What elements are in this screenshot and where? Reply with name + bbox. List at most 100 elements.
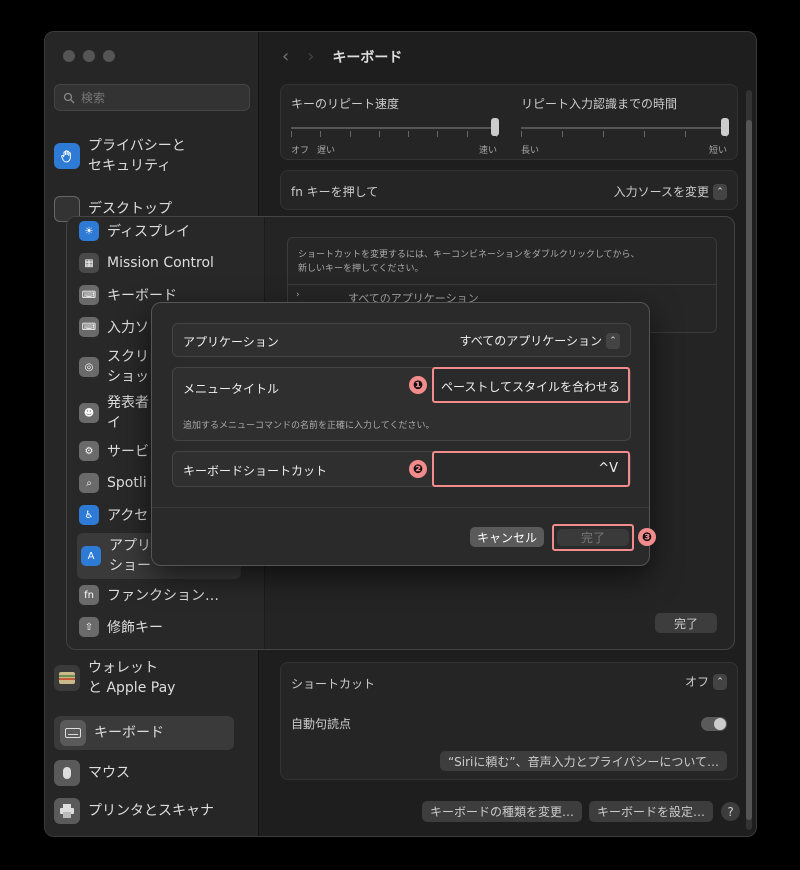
shortcut-category-input-sources[interactable]: ⌨ 入力ソ [79,317,149,337]
close-button[interactable] [63,50,75,62]
sidebar-item-printers[interactable]: プリンタとスキャナ [54,798,234,824]
category-label: 修飾キー [107,620,163,636]
accessibility-icon: ♿ [79,505,99,525]
shortcut-category-mission-control[interactable]: ▦ Mission Control [79,253,214,273]
repeat-speed-slider[interactable] [291,127,497,129]
screenshot-icon: ◎ [79,357,99,377]
cancel-button[interactable]: キャンセル [470,527,544,547]
category-label: ファンクション… [107,588,219,604]
app-store-icon: A [81,546,101,566]
spotlight-icon: ⌕ [79,473,99,493]
repeat-delay-slider[interactable] [521,127,727,129]
repeat-delay-knob[interactable] [721,118,729,136]
search-icon [63,92,75,103]
disclosure-chevron-icon[interactable]: › [296,290,300,300]
auto-punct-label: 自動句読点 [291,717,352,731]
callout-3: ❸ [638,528,656,546]
speed-fast-label: 速い [479,146,498,156]
hand-icon [54,143,80,169]
keyboard-icon: ⌨ [79,285,99,305]
forward-chevron-icon[interactable]: › [307,46,314,67]
change-keyboard-type-button[interactable]: キーボードの種類を変更… [422,801,583,822]
mouse-icon [54,760,80,786]
setup-keyboard-button[interactable]: キーボードを設定… [589,801,714,822]
application-row: アプリケーション すべてのアプリケーション ⌃ [172,323,631,357]
shortcut-category-accessibility[interactable]: ♿ アクセ [79,505,148,525]
category-label: アクセ [107,508,149,524]
callout-1: ❶ [409,376,427,394]
sidebar-item-label: マウス [88,765,130,781]
display-icon: ☀ [79,221,99,241]
siri-privacy-button[interactable]: “Siriに頼む”、音声入力とプライバシーについて… [439,751,727,771]
shortcut-category-spotlight[interactable]: ⌕ Spotli [79,473,147,493]
repeat-card: キーのリピート速度 リピート入力認識までの時間 オフ 遅い 速い 長い 短い [280,84,738,160]
repeat-speed-label: キーのリピート速度 [291,97,400,111]
sidebar-item-label: キーボード [94,725,164,741]
zoom-button[interactable] [103,50,115,62]
shortcut-value: ^V [598,461,618,476]
popup-chevron-icon: ⌃ [713,183,727,200]
shortcut-info-text: ショートカットを変更するには、キーコンビネーションをダブルクリックしてから、 新… [298,250,640,274]
sidebar-item-privacy[interactable]: プライバシーと セキュリティ [54,136,234,176]
category-label: 発表者 イ [107,395,149,431]
shortcut-category-display[interactable]: ☀ ディスプレイ [79,221,190,241]
shortcut-category-modifier-keys[interactable]: ⇧ 修飾キー [79,617,163,637]
sidebar-item-label: プリンタとスキャナ [88,803,214,819]
presenter-icon: ☻ [79,403,99,423]
sheet-done-button[interactable]: 完了 [655,613,717,633]
divider [288,284,716,285]
popup-chevron-icon: ⌃ [606,332,620,349]
speed-slow-label: 遅い [317,146,336,156]
done-button-highlight: 完了 [552,524,634,551]
mission-control-icon: ▦ [79,253,99,273]
delay-ticks [521,131,727,137]
sidebar-item-keyboard[interactable]: キーボード [54,716,234,750]
shortcut-category-services[interactable]: ⚙ サービ [79,441,149,461]
back-chevron-icon[interactable]: ‹ [282,46,289,67]
menu-title-value: ペーストしてスタイルを合わせる [440,380,620,394]
menu-title-field[interactable]: ペーストしてスタイルを合わせる [432,367,630,403]
category-label: 入力ソ [107,320,149,336]
window-controls [63,50,115,62]
fn-popup[interactable]: 入力ソースを変更 ⌃ [614,183,727,200]
shortcut-field[interactable]: ^V [432,451,630,487]
done-button[interactable]: 完了 [557,529,629,546]
speed-ticks [291,131,497,137]
application-label: アプリケーション [183,335,279,349]
shortcut-label: ショートカット [291,677,376,691]
popup-chevron-icon: ⌃ [713,673,727,690]
category-label: Spotli [107,475,147,491]
help-button[interactable]: ? [721,802,740,821]
wallet-icon [54,665,80,691]
callout-2: ❷ [409,460,427,478]
auto-punct-toggle[interactable] [701,717,727,731]
shortcut-popup[interactable]: オフ ⌃ [685,673,727,690]
search-field[interactable]: 検索 [54,84,250,111]
scrollbar[interactable] [746,90,752,830]
shortcut-category-screenshots[interactable]: ◎ スクリ ショッ [79,347,149,387]
sidebar-item-label: ウォレット と Apple Pay [88,660,176,696]
dictation-card: ショートカット オフ ⌃ 自動句読点 “Siriに頼む”、音声入力とプライバシーに… [280,662,738,780]
category-label: サービ [107,444,149,460]
shortcut-label: キーボードショートカット [183,464,328,478]
repeat-speed-knob[interactable] [491,118,499,136]
shortcut-category-presenter[interactable]: ☻ 発表者 イ [79,393,149,433]
category-label: ディスプレイ [107,224,191,240]
shortcut-category-function-keys[interactable]: fn ファンクション… [79,585,219,605]
category-label: Mission Control [107,255,214,271]
fn-value: 入力ソースを変更 [613,185,709,199]
modifier-icon: ⇧ [79,617,99,637]
speed-off-label: オフ [291,146,310,156]
page-title: キーボード [332,49,403,66]
application-popup[interactable]: すべてのアプリケーション ⌃ [460,332,620,349]
repeat-delay-label: リピート入力認識までの時間 [521,97,678,111]
delay-long-label: 長い [521,146,540,156]
fn-icon: fn [79,585,99,605]
input-source-icon: ⌨ [79,317,99,337]
sidebar-item-wallet[interactable]: ウォレット と Apple Pay [54,658,234,698]
minimize-button[interactable] [83,50,95,62]
category-label: アプリ ショー [109,538,151,574]
sidebar-item-mouse[interactable]: マウス [54,760,234,786]
services-icon: ⚙ [79,441,99,461]
sidebar-item-label: プライバシーと セキュリティ [88,138,186,174]
